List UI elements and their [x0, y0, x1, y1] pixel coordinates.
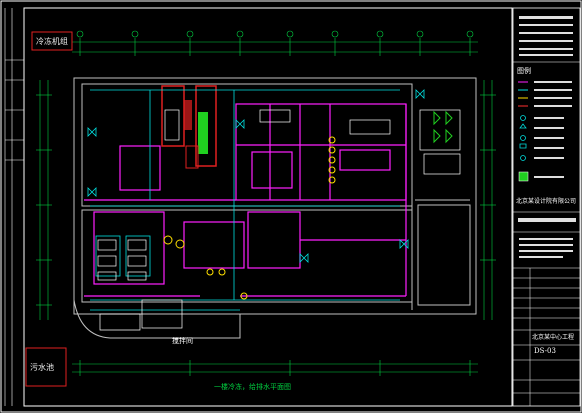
drawing-number: DS-03: [534, 347, 556, 355]
inner-frame: [23, 7, 513, 407]
valves-right: [433, 110, 453, 144]
refrigeration-unit-label: 冷冻机组: [36, 37, 68, 46]
equipment-upper-left: [161, 85, 217, 169]
grid-axis-bubbles: [76, 30, 474, 38]
mixing-room-label: 搅拌间: [172, 337, 193, 345]
sewage-pool-label: 污水池: [30, 363, 54, 372]
pipe-runs-magenta: [84, 103, 407, 297]
legend-heading: 图例: [517, 67, 531, 75]
grid-axis-ticks: [36, 38, 496, 376]
project-name: 北京某中心工程: [532, 334, 575, 341]
drawing-caption: 一楼冷冻，给排水平面图: [214, 383, 291, 391]
company-name: 北京某设计院有限公司: [516, 198, 577, 205]
fixtures-yellow: [163, 136, 336, 300]
cad-drawing: [0, 0, 582, 413]
left-margin-strip: [4, 8, 24, 406]
building-walls: [73, 77, 477, 339]
